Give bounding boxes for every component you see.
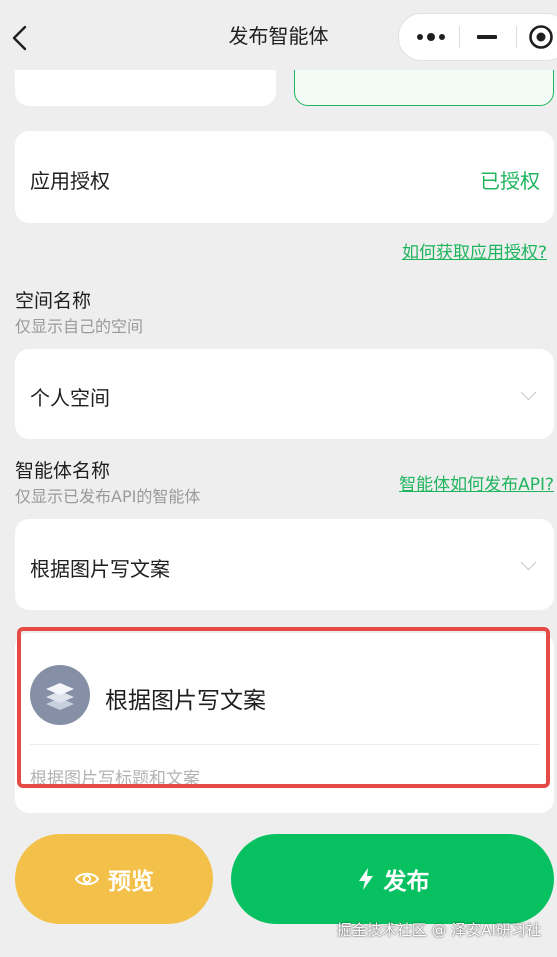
space-title: 空间名称 [15,290,92,312]
space-subtitle: 仅显示自己的空间 [15,317,144,336]
chevron-down-icon [520,384,537,401]
agent-subtitle: 仅显示已发布API的智能体 [15,487,201,506]
agent-select[interactable]: 根据图片写文案 [15,519,554,610]
space-select[interactable]: 个人空间 [15,349,554,439]
eye-icon [74,872,100,886]
highlight-box [17,627,550,788]
chevron-down-icon [520,554,537,571]
publish-button[interactable]: 发布 [231,834,554,924]
publish-label: 发布 [383,869,430,895]
auth-label: 应用授权 [30,169,110,193]
space-select-value: 个人空间 [30,386,110,410]
lightning-icon [358,868,373,890]
agent-help-link[interactable]: 智能体如何发布API? [399,470,554,495]
nav-bar: 发布智能体 [0,0,557,70]
auth-help-link[interactable]: 如何获取应用授权? [402,238,547,263]
auth-status: 已授权 [480,169,540,193]
preview-label: 预览 [108,869,154,895]
agent-title: 智能体名称 [15,460,111,482]
target-circle-icon[interactable] [528,24,554,50]
more-dots-icon[interactable] [415,28,449,46]
minus-icon[interactable] [476,28,498,46]
mini-program-capsule [398,13,557,61]
capsule-divider [459,26,460,48]
preview-button[interactable]: 预览 [15,834,213,924]
auth-card[interactable]: 应用授权 已授权 [15,131,554,223]
agent-select-value: 根据图片写文案 [30,557,170,581]
watermark: 掘金技术社区 @ 泽安AI研习社 [336,921,541,939]
capsule-divider [516,26,517,48]
